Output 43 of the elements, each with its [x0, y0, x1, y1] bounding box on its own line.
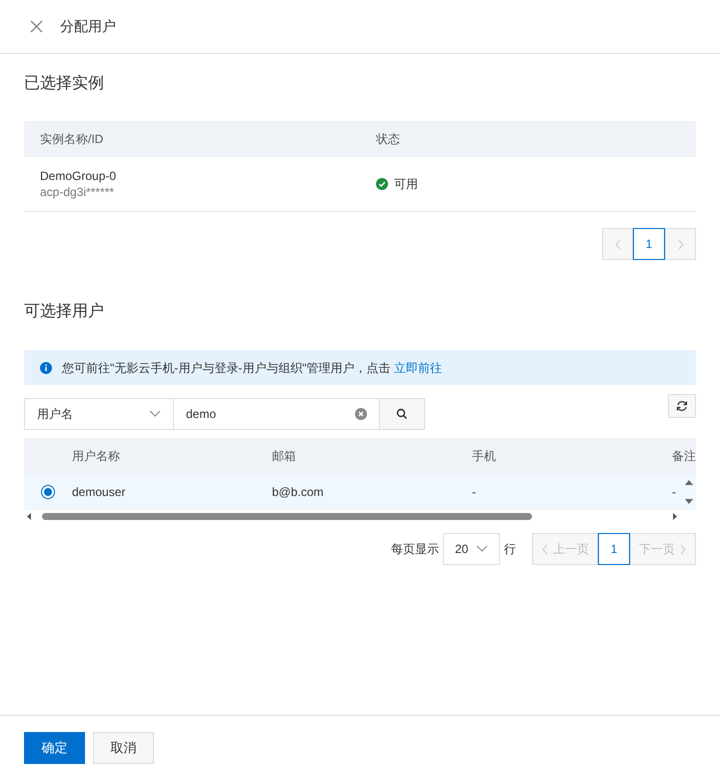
chevron-down-icon	[149, 410, 161, 418]
chevron-right-icon	[676, 238, 684, 250]
table-cell: b@b.com	[272, 485, 324, 499]
column-header: 实例名称/ID	[40, 132, 104, 146]
instance-name: DemoGroup-0	[40, 168, 116, 184]
table-cell: demouser	[72, 485, 126, 499]
close-icon[interactable]	[30, 20, 43, 33]
section-title: 可选择用户	[24, 302, 104, 322]
refresh-button[interactable]	[668, 394, 696, 418]
table-cell: -	[472, 485, 476, 499]
page-button[interactable]: 1	[633, 228, 665, 260]
radio-button[interactable]	[41, 485, 55, 499]
status-text: 可用	[394, 176, 418, 193]
dialog-title: 分配用户	[60, 17, 116, 36]
vertical-scrollbar-arrows-icon	[682, 478, 696, 506]
cancel-button[interactable]: 取消	[93, 732, 154, 764]
section-title: 已选择实例	[24, 74, 104, 94]
column-header: 状态	[376, 132, 400, 146]
column-header: 邮箱	[272, 449, 296, 463]
page-size-label: 每页显示	[391, 541, 439, 558]
search-field[interactable]: demo	[174, 398, 379, 430]
table-row[interactable]: demouser b@b.com - -	[24, 474, 696, 510]
chevron-left-icon	[541, 544, 549, 554]
info-text: 您可前往"无影云手机-用户与登录-用户与组织"管理用户，点击 立即前往	[62, 360, 442, 376]
search-button[interactable]	[379, 398, 425, 430]
column-header: 手机	[472, 449, 496, 463]
page-button[interactable]: 1	[598, 533, 630, 565]
instance-id: acp-dg3i******	[40, 184, 114, 200]
page-size-unit: 行	[504, 541, 516, 558]
info-icon	[40, 362, 52, 374]
chevron-left-icon	[614, 238, 622, 250]
confirm-button[interactable]: 确定	[24, 732, 85, 764]
table-cell: -	[672, 485, 676, 499]
page-size-select[interactable]: 20	[443, 533, 500, 565]
go-now-link[interactable]: 立即前往	[394, 360, 442, 374]
column-header: 用户名称	[72, 449, 120, 463]
chevron-down-icon	[476, 545, 488, 553]
clear-icon[interactable]	[355, 408, 367, 420]
column-header: 备注	[672, 449, 696, 463]
chevron-right-icon	[679, 544, 687, 554]
search-icon	[396, 408, 408, 420]
search-field-select[interactable]: 用户名	[24, 398, 174, 430]
refresh-icon	[676, 400, 688, 412]
